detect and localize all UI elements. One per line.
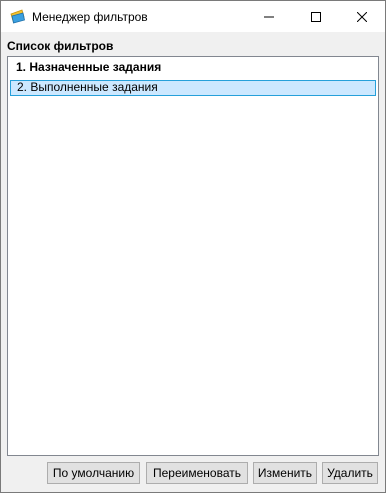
maximize-button[interactable] — [293, 1, 339, 32]
filter-listbox[interactable]: 1. Назначенные задания 2. Выполненные за… — [7, 56, 379, 456]
maximize-icon — [311, 11, 321, 22]
app-icon — [10, 8, 26, 24]
filter-list-label: Список фильтров — [7, 39, 114, 53]
edit-button[interactable]: Изменить — [253, 462, 317, 484]
close-button[interactable] — [339, 1, 385, 32]
rename-button[interactable]: Переименовать — [146, 462, 248, 484]
window-title: Менеджер фильтров — [32, 10, 148, 24]
filter-list-item-selected[interactable]: 2. Выполненные задания — [10, 80, 376, 96]
minimize-button[interactable] — [246, 1, 292, 32]
title-bar[interactable]: Менеджер фильтров — [1, 1, 385, 32]
minimize-icon — [264, 16, 274, 17]
filter-manager-window: Менеджер фильтров Список фильтров 1. Наз… — [0, 0, 386, 493]
default-button[interactable]: По умолчанию — [47, 462, 140, 484]
filter-list-item[interactable]: 1. Назначенные задания — [10, 60, 376, 76]
delete-button[interactable]: Удалить — [322, 462, 378, 484]
close-icon — [357, 11, 367, 22]
